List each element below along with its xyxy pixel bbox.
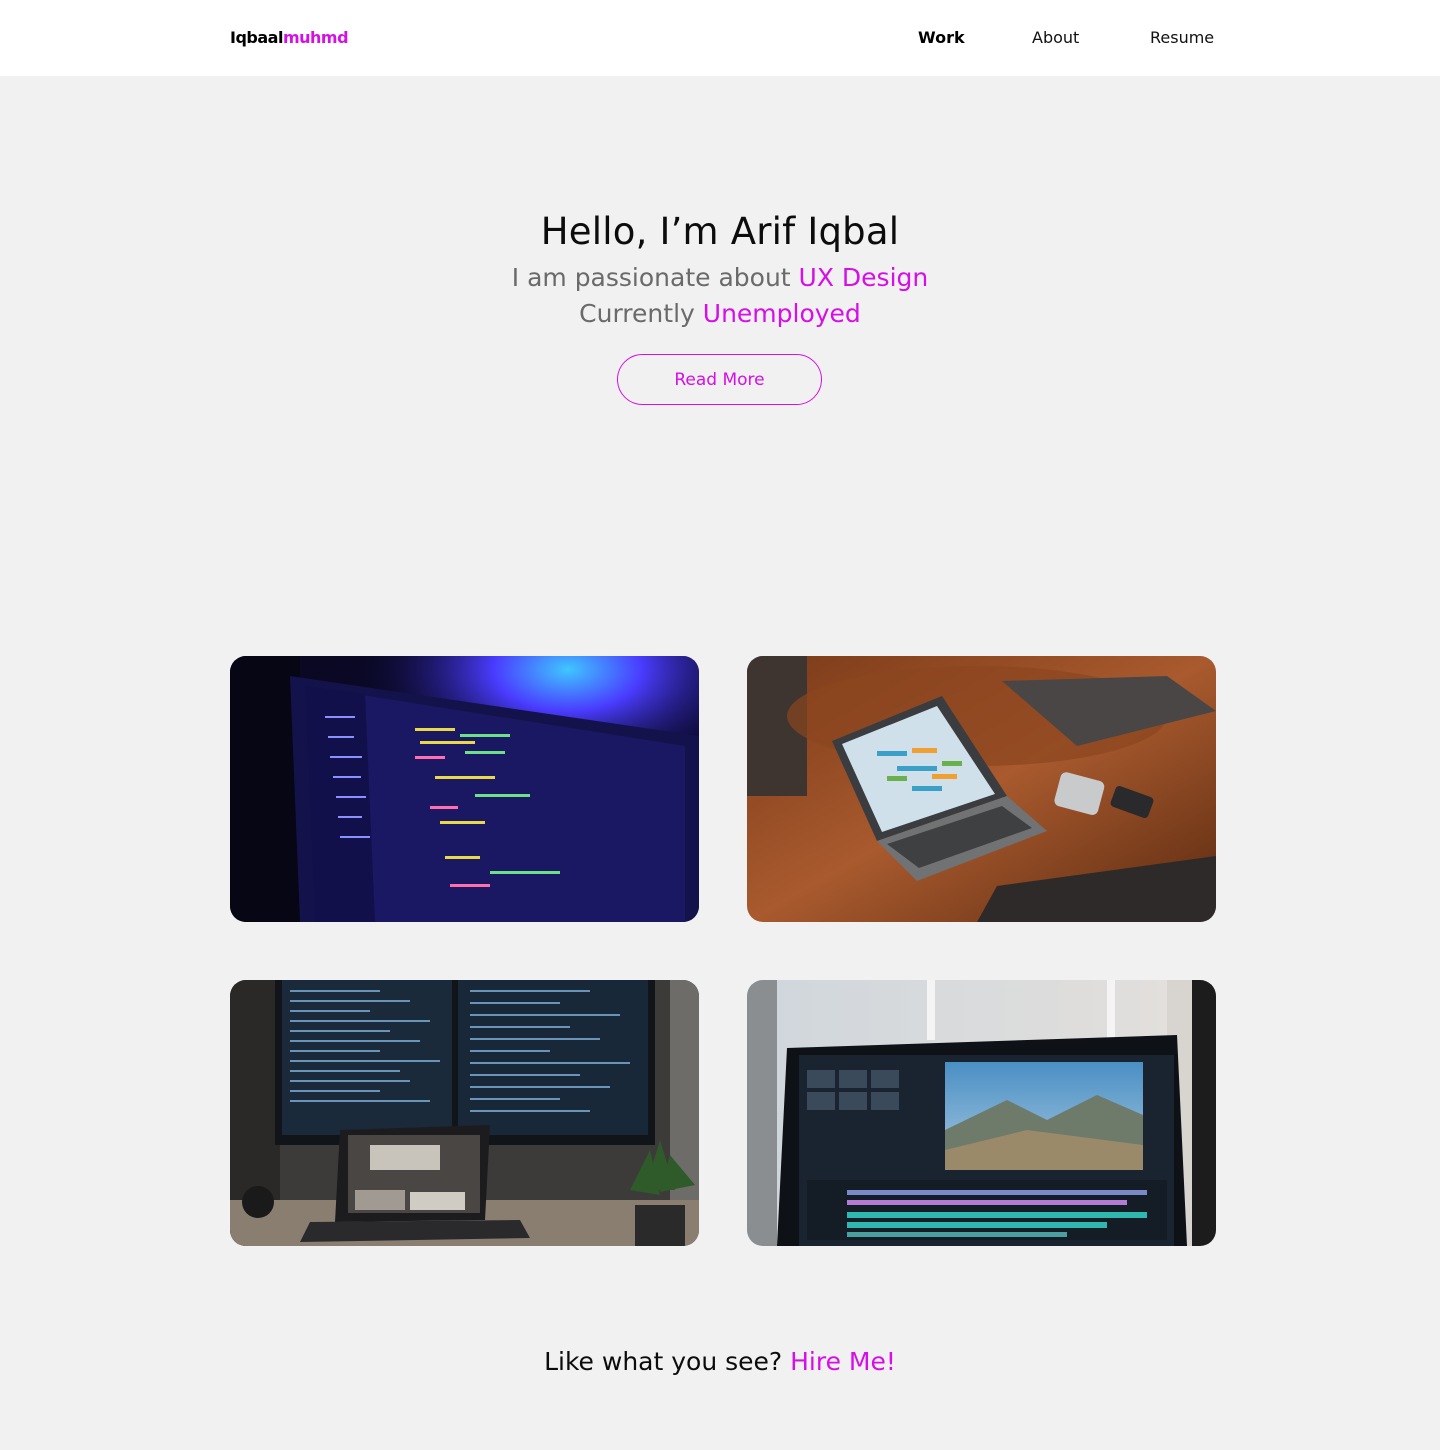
laptop-code-editor-photo bbox=[230, 656, 699, 922]
hero-status: Currently Unemployed bbox=[0, 299, 1440, 328]
work-card-4[interactable] bbox=[747, 980, 1216, 1246]
nav-link-resume[interactable]: Resume bbox=[1150, 28, 1214, 47]
hero-status-text: Currently bbox=[579, 299, 703, 328]
hire-cta: Like what you see? Hire Me! bbox=[0, 1347, 1440, 1376]
work-card-3[interactable] bbox=[230, 980, 699, 1246]
hero-status-accent: Unemployed bbox=[702, 299, 861, 328]
work-card-2[interactable] bbox=[747, 656, 1216, 922]
work-card-1[interactable] bbox=[230, 656, 699, 922]
dual-monitor-coding-desk-photo bbox=[230, 980, 699, 1246]
logo-text-accent: muhmd bbox=[282, 28, 349, 47]
hire-me-link[interactable]: Hire Me! bbox=[790, 1347, 896, 1376]
top-navbar: Iqbaalmuhmd Work About Resume bbox=[0, 0, 1440, 76]
hero-tagline-text: I am passionate about bbox=[511, 263, 799, 292]
site-logo[interactable]: Iqbaalmuhmd bbox=[230, 28, 349, 47]
hire-cta-text: Like what you see? bbox=[544, 1347, 791, 1376]
read-more-button[interactable]: Read More bbox=[617, 354, 822, 405]
nav-link-work[interactable]: Work bbox=[918, 28, 965, 47]
laptop-on-leather-sofa-photo bbox=[747, 656, 1216, 922]
hero-tagline-accent: UX Design bbox=[798, 263, 929, 292]
hero-tagline: I am passionate about UX Design bbox=[0, 263, 1440, 292]
video-editing-monitor-photo bbox=[747, 980, 1216, 1246]
logo-text-primary: Iqbaal bbox=[230, 28, 283, 47]
hero-title: Hello, I’m Arif Iqbal bbox=[540, 210, 900, 253]
nav-link-about[interactable]: About bbox=[1032, 28, 1079, 47]
